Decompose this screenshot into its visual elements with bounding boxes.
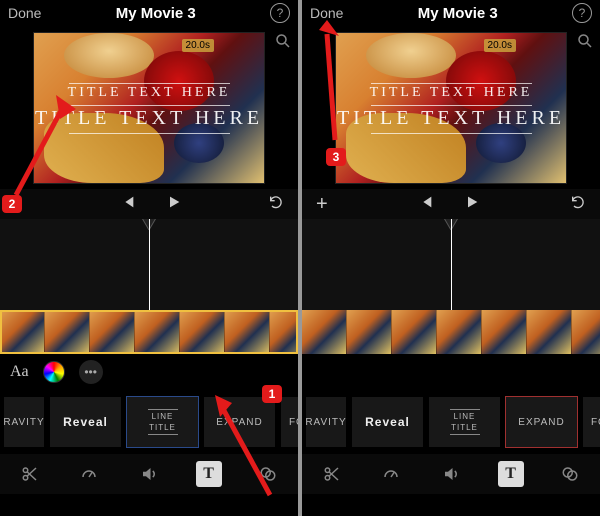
help-icon[interactable]: ? xyxy=(572,3,592,23)
play-icon[interactable] xyxy=(464,194,480,215)
font-button[interactable]: Aa xyxy=(10,363,29,381)
style-line-title[interactable]: LINETITLE xyxy=(127,397,198,447)
undo-icon[interactable] xyxy=(570,194,586,215)
undo-icon[interactable] xyxy=(268,194,284,215)
title-text-small[interactable]: TITLE TEXT HERE xyxy=(34,85,264,101)
bottom-tab-bar: T xyxy=(0,454,298,494)
clip-duration: 20.0s xyxy=(182,39,214,52)
filters-icon[interactable] xyxy=(255,461,281,487)
video-preview[interactable]: 20.0s TITLE TEXT HERE TITLE TEXT HERE xyxy=(302,26,600,189)
preview-frame: 20.0s TITLE TEXT HERE TITLE TEXT HERE xyxy=(34,33,264,183)
skip-start-icon[interactable] xyxy=(418,194,434,215)
filters-icon[interactable] xyxy=(557,461,583,487)
timeline[interactable] xyxy=(302,219,600,354)
skip-start-icon[interactable] xyxy=(120,194,136,215)
clip-duration: 20.0s xyxy=(484,39,516,52)
top-bar: Done My Movie 3 ? xyxy=(302,0,600,26)
title-styles-row[interactable]: RAVITY Reveal LINETITLE EXPAND FOC xyxy=(302,390,600,454)
speedometer-icon[interactable] xyxy=(378,461,404,487)
phone-right: Done My Movie 3 ? 20.0s TITLE TEXT HERE … xyxy=(302,0,600,516)
add-media-button[interactable]: + xyxy=(316,193,328,216)
volume-icon[interactable] xyxy=(136,461,162,487)
help-icon[interactable]: ? xyxy=(270,3,290,23)
play-icon[interactable] xyxy=(166,194,182,215)
phone-left: Done My Movie 3 ? 20.0s TITLE TEXT HERE … xyxy=(0,0,298,516)
playback-bar: + xyxy=(302,189,600,219)
playback-bar xyxy=(0,189,298,219)
zoom-icon[interactable] xyxy=(274,32,292,55)
clip-strip[interactable] xyxy=(0,310,298,354)
project-title: My Movie 3 xyxy=(418,5,498,22)
scissors-icon[interactable] xyxy=(319,461,345,487)
title-text-large[interactable]: TITLE TEXT HERE xyxy=(34,107,264,130)
volume-icon[interactable] xyxy=(438,461,464,487)
project-title: My Movie 3 xyxy=(116,5,196,22)
timeline[interactable] xyxy=(0,219,298,354)
done-button[interactable]: Done xyxy=(310,5,343,21)
video-preview[interactable]: 20.0s TITLE TEXT HERE TITLE TEXT HERE xyxy=(0,26,298,189)
title-text-large[interactable]: TITLE TEXT HERE xyxy=(336,107,566,130)
done-button[interactable]: Done xyxy=(8,5,41,21)
style-focus[interactable]: FOC xyxy=(583,397,600,447)
style-reveal[interactable]: Reveal xyxy=(352,397,423,447)
titles-tab[interactable]: T xyxy=(498,461,524,487)
style-reveal[interactable]: Reveal xyxy=(50,397,121,447)
clip-strip[interactable] xyxy=(302,310,600,354)
style-gravity[interactable]: RAVITY xyxy=(4,397,44,447)
style-gravity[interactable]: RAVITY xyxy=(306,397,346,447)
title-text-small[interactable]: TITLE TEXT HERE xyxy=(336,85,566,101)
color-picker-icon[interactable] xyxy=(43,361,65,383)
speedometer-icon[interactable] xyxy=(76,461,102,487)
titles-tab[interactable]: T xyxy=(196,461,222,487)
top-bar: Done My Movie 3 ? xyxy=(0,0,298,26)
bottom-tab-bar: T xyxy=(302,454,600,494)
text-tools-row: Aa ••• xyxy=(0,354,298,390)
title-styles-row[interactable]: RAVITY Reveal LINETITLE EXPAND FOC xyxy=(0,390,298,454)
zoom-icon[interactable] xyxy=(576,32,594,55)
style-focus[interactable]: FOC xyxy=(281,397,298,447)
style-expand[interactable]: EXPAND xyxy=(506,397,577,447)
preview-frame: 20.0s TITLE TEXT HERE TITLE TEXT HERE xyxy=(336,33,566,183)
scissors-icon[interactable] xyxy=(17,461,43,487)
more-options-button[interactable]: ••• xyxy=(79,360,103,384)
style-expand[interactable]: EXPAND xyxy=(204,397,275,447)
style-line-title[interactable]: LINETITLE xyxy=(429,397,500,447)
